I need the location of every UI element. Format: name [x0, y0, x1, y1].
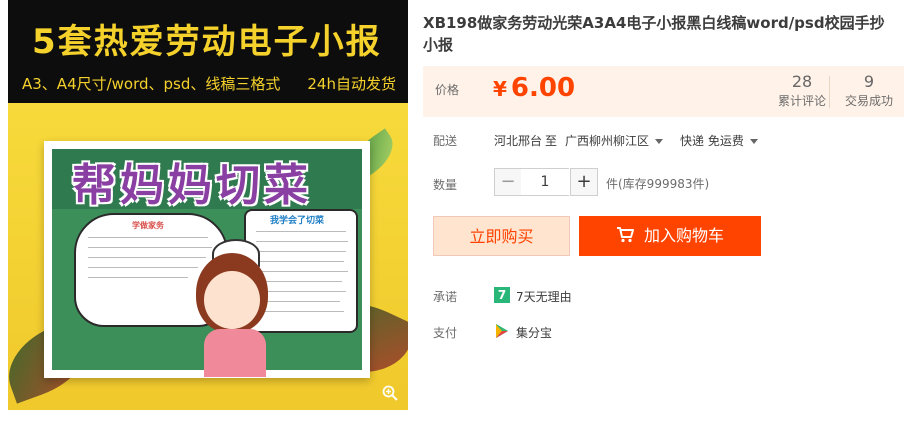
shipping-method-text: 快递 免运费 [680, 134, 744, 148]
buy-now-button[interactable]: 立即购买 [433, 216, 570, 256]
seven-day-return-icon: 7 [494, 287, 510, 303]
price-value: ¥6.00 [493, 73, 575, 103]
banner-sub-prefix: A3、A4尺寸/word、psd、 [22, 75, 206, 93]
poster-panel-title: 我学会了切菜 [270, 216, 325, 226]
product-main-image[interactable]: 5套热爱劳动电子小报 A3、A4尺寸/word、psd、线稿三格式 24h自动发… [8, 0, 408, 410]
destination-text: 广西柳州柳江区 [565, 134, 650, 148]
stat-divider [829, 76, 830, 108]
banner-subtitle: A3、A4尺寸/word、psd、线稿三格式 [22, 73, 280, 94]
poster-preview: 帮妈妈切菜 学做家务 我学会了切菜 [44, 141, 370, 378]
quantity-decrease-button[interactable]: − [494, 168, 522, 196]
add-to-cart-button[interactable]: 加入购物车 [579, 216, 761, 256]
shipping-from: 河北邢台 [494, 134, 543, 148]
add-to-cart-label: 加入购物车 [643, 226, 724, 245]
payment-label: 支付 [433, 326, 458, 340]
banner-sub-highlight: 线稿 [205, 75, 236, 93]
girl-body-illustration [204, 329, 266, 377]
banner-shipping-note: 24h自动发货 [307, 75, 396, 93]
shipping-method-selector[interactable]: 快递 免运费 [680, 132, 758, 149]
deals-label: 交易成功 [844, 94, 893, 108]
quantity-label: 数量 [433, 178, 458, 192]
promise-label: 承诺 [433, 290, 458, 304]
banner-sub-suffix: 三格式 [235, 75, 281, 93]
quantity-input[interactable] [521, 168, 569, 196]
price-amount: 6.00 [510, 73, 576, 103]
shipping-to-word: 至 [545, 134, 558, 148]
price-label: 价格 [435, 83, 460, 97]
poster-title: 帮妈妈切菜 [72, 160, 312, 211]
quantity-increase-button[interactable]: + [570, 168, 598, 196]
shipping-label: 配送 [433, 134, 458, 148]
poster-cloud-title: 学做家务 [132, 221, 164, 230]
zoom-icon[interactable] [382, 385, 398, 401]
reviews-stat[interactable]: 28 累计评论 [767, 72, 837, 110]
chevron-down-icon [655, 139, 664, 144]
payment-text[interactable]: 集分宝 [516, 324, 552, 341]
chevron-down-icon [749, 139, 758, 144]
deals-count: 9 [863, 72, 875, 91]
product-title: XB198做家务劳动光荣A3A4电子小报黑白线稿word/psd校园手抄小报 [423, 14, 885, 54]
cart-icon [616, 227, 634, 243]
jifenbao-icon [496, 324, 508, 338]
reviews-count: 28 [791, 72, 813, 91]
image-banner: 5套热爱劳动电子小报 A3、A4尺寸/word、psd、线稿三格式 24h自动发… [8, 0, 408, 103]
promise-text[interactable]: 7天无理由 [516, 288, 572, 305]
destination-selector[interactable]: 广西柳州柳江区 [565, 132, 664, 149]
reviews-label: 累计评论 [777, 94, 826, 108]
price-panel: 价格 ¥6.00 28 累计评论 9 交易成功 [423, 66, 904, 117]
banner-title: 5套热爱劳动电子小报 [32, 22, 382, 62]
deals-stat: 9 交易成功 [834, 72, 904, 110]
currency-symbol: ¥ [493, 77, 507, 101]
girl-face-illustration [204, 271, 260, 329]
stock-info: 件(库存999983件) [606, 177, 710, 191]
